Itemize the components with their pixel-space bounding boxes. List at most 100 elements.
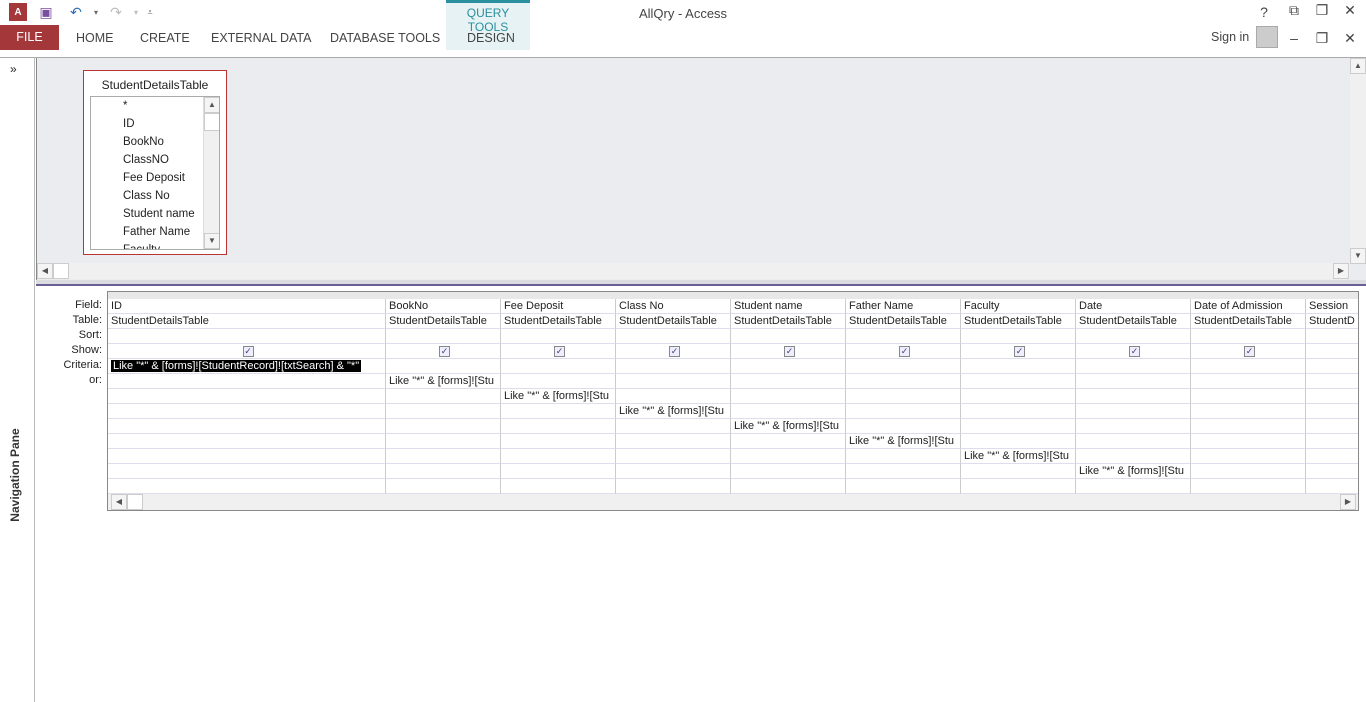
grid-cell[interactable] <box>616 479 731 494</box>
grid-cell[interactable] <box>846 329 961 344</box>
scroll-right-icon[interactable]: ▶ <box>1333 263 1349 279</box>
grid-cell[interactable] <box>731 434 846 449</box>
tab-database-tools[interactable]: DATABASE TOOLS <box>330 31 440 45</box>
show-checkbox[interactable]: ✓ <box>1014 346 1025 357</box>
table-cell[interactable]: StudentD <box>1306 314 1358 329</box>
show-cell[interactable]: ✓ <box>108 344 386 359</box>
field-list-item[interactable]: Fee Deposit <box>91 169 219 187</box>
grid-cell[interactable] <box>1191 479 1306 494</box>
grid-cell[interactable] <box>616 359 731 374</box>
grid-cell[interactable] <box>1076 404 1191 419</box>
grid-cell[interactable] <box>961 419 1076 434</box>
field-list-item[interactable]: Student name <box>91 205 219 223</box>
grid-cell[interactable] <box>616 329 731 344</box>
grid-cell[interactable] <box>501 479 616 494</box>
field-list-item[interactable]: Faculty <box>91 241 219 249</box>
grid-cell[interactable] <box>731 449 846 464</box>
tab-create[interactable]: CREATE <box>140 31 190 45</box>
grid-cell[interactable] <box>386 434 501 449</box>
show-cell[interactable]: ✓ <box>501 344 616 359</box>
show-checkbox[interactable]: ✓ <box>1244 346 1255 357</box>
table-cell[interactable]: StudentDetailsTable <box>961 314 1076 329</box>
table-cell[interactable]: StudentDetailsTable <box>1191 314 1306 329</box>
grid-cell[interactable] <box>501 374 616 389</box>
grid-cell[interactable] <box>731 404 846 419</box>
criteria-cell[interactable]: Like "*" & [forms]![StudentRecord]![txtS… <box>108 359 386 374</box>
grid-cell[interactable] <box>1076 359 1191 374</box>
grid-cell[interactable] <box>386 389 501 404</box>
grid-cell[interactable] <box>1306 464 1358 479</box>
show-checkbox[interactable]: ✓ <box>242 346 254 357</box>
grid-cell[interactable] <box>961 389 1076 404</box>
grid-cell[interactable] <box>386 479 501 494</box>
field-cell[interactable]: ID <box>108 299 386 314</box>
scroll-up-icon[interactable]: ▲ <box>1350 58 1366 74</box>
grid-cell[interactable] <box>108 449 386 464</box>
show-checkbox[interactable]: ✓ <box>899 346 910 357</box>
grid-cell[interactable] <box>1191 329 1306 344</box>
grid-cell[interactable] <box>731 479 846 494</box>
hscroll-thumb[interactable] <box>127 494 143 510</box>
grid-cell[interactable] <box>501 359 616 374</box>
grid-cell[interactable] <box>731 389 846 404</box>
grid-cell[interactable] <box>846 374 961 389</box>
criteria-cell[interactable]: Like "*" & [forms]![Stu <box>961 449 1076 464</box>
grid-cell[interactable] <box>108 329 386 344</box>
grid-cell[interactable] <box>846 389 961 404</box>
grid-cell[interactable] <box>1191 374 1306 389</box>
table-pane-hscroll[interactable]: ◀ ▶ <box>37 263 1350 279</box>
grid-cell[interactable] <box>961 434 1076 449</box>
field-list-item[interactable]: ClassNO <box>91 151 219 169</box>
grid-cell[interactable] <box>386 329 501 344</box>
navigation-pane[interactable]: » Navigation Pane <box>0 58 35 702</box>
criteria-cell[interactable]: Like "*" & [forms]![Stu <box>386 374 501 389</box>
grid-cell[interactable] <box>108 419 386 434</box>
pane-splitter[interactable] <box>36 280 1366 286</box>
scroll-left-icon[interactable]: ◀ <box>37 263 53 279</box>
close-doc-icon[interactable]: ✕ <box>1340 30 1360 47</box>
field-cell[interactable]: Fee Deposit <box>501 299 616 314</box>
show-cell[interactable]: ✓ <box>1191 344 1306 359</box>
grid-cell[interactable] <box>108 434 386 449</box>
criteria-cell[interactable]: Like "*" & [forms]![Stu <box>501 389 616 404</box>
show-checkbox[interactable]: ✓ <box>439 346 450 357</box>
field-cell[interactable]: BookNo <box>386 299 501 314</box>
grid-cell[interactable] <box>501 329 616 344</box>
grid-cell[interactable] <box>1191 419 1306 434</box>
grid-cell[interactable] <box>1191 359 1306 374</box>
field-cell[interactable]: Father Name <box>846 299 961 314</box>
ribbon-display-icon[interactable]: ⧉ <box>1284 2 1304 19</box>
show-cell[interactable]: ✓ <box>386 344 501 359</box>
field-list-item[interactable]: Class No <box>91 187 219 205</box>
grid-cell[interactable] <box>108 404 386 419</box>
field-cell[interactable]: Date of Admission <box>1191 299 1306 314</box>
scroll-left-icon[interactable]: ◀ <box>111 494 127 510</box>
field-list-scrollbar[interactable]: ▲ ▼ <box>203 97 219 249</box>
table-cell[interactable]: StudentDetailsTable <box>846 314 961 329</box>
scroll-down-icon[interactable]: ▼ <box>204 233 219 249</box>
grid-cell[interactable] <box>731 329 846 344</box>
grid-cell[interactable] <box>1306 449 1358 464</box>
grid-cell[interactable] <box>846 464 961 479</box>
grid-cell[interactable] <box>1306 434 1358 449</box>
field-list-item[interactable]: * <box>91 97 219 115</box>
tab-design[interactable]: DESIGN <box>467 31 515 45</box>
grid-cell[interactable] <box>1191 464 1306 479</box>
tab-file[interactable]: FILE <box>0 25 59 50</box>
scroll-thumb[interactable] <box>204 113 219 131</box>
show-checkbox[interactable]: ✓ <box>1129 346 1140 357</box>
table-cell[interactable]: StudentDetailsTable <box>616 314 731 329</box>
field-cell[interactable]: Faculty <box>961 299 1076 314</box>
grid-cell[interactable] <box>108 464 386 479</box>
show-checkbox[interactable]: ✓ <box>669 346 680 357</box>
grid-cell[interactable] <box>961 479 1076 494</box>
grid-cell[interactable] <box>616 419 731 434</box>
grid-cell[interactable] <box>108 374 386 389</box>
grid-cell[interactable] <box>386 449 501 464</box>
field-list[interactable]: * ID BookNo ClassNO Fee Deposit Class No Stude… <box>90 96 220 250</box>
grid-cell[interactable] <box>1306 479 1358 494</box>
grid-cell[interactable] <box>616 449 731 464</box>
field-list-item[interactable]: Father Name <box>91 223 219 241</box>
hscroll-thumb[interactable] <box>53 263 69 279</box>
grid-cell[interactable] <box>616 374 731 389</box>
